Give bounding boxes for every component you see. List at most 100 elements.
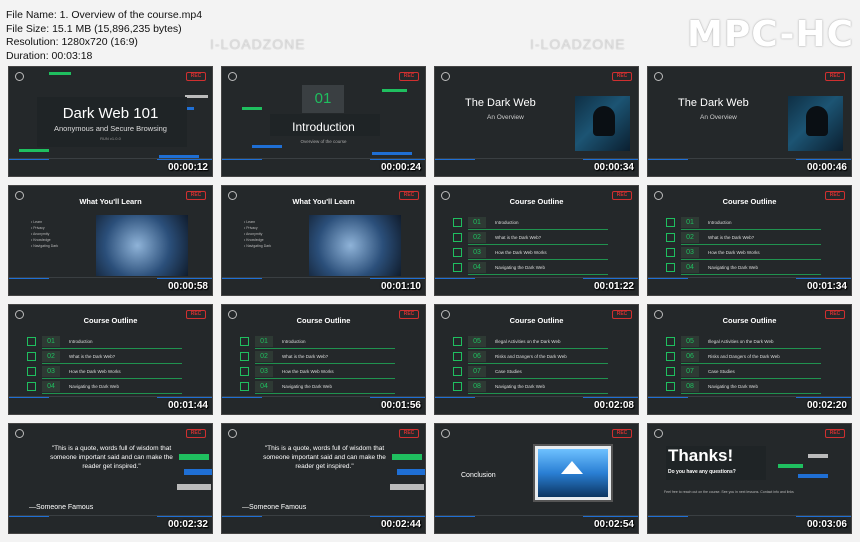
- outline-row: 08 Navigating the Dark Web: [453, 381, 608, 394]
- slide-title: Course Outline: [296, 316, 351, 325]
- video-thumbnail[interactable]: REC Conclusion 00:02:54: [434, 423, 639, 534]
- topic-icon: [453, 233, 462, 242]
- topic-icon: [240, 337, 249, 346]
- divider: [435, 515, 638, 516]
- settings-icon: [228, 429, 237, 438]
- timestamp: 00:00:34: [593, 162, 634, 173]
- outline-row: 02 What is the Dark Web?: [453, 232, 608, 245]
- timestamp: 00:01:56: [380, 400, 421, 411]
- topic-icon: [453, 337, 462, 346]
- outline-number: 04: [255, 381, 273, 392]
- slide-title: The Dark Web: [465, 97, 536, 109]
- slide-title: Dark Web 101: [62, 105, 159, 122]
- outline-number: 05: [468, 336, 486, 347]
- outline-number: 01: [681, 217, 699, 228]
- settings-icon: [228, 72, 237, 81]
- video-thumbnail[interactable]: REC Course Outline 05 Illegal Activities on…: [647, 304, 852, 415]
- glitch-stripe: [390, 484, 424, 490]
- video-thumbnail[interactable]: REC "This is a quote, words full of wisdo…: [8, 423, 213, 534]
- divider: [648, 515, 851, 516]
- divider: [222, 515, 425, 516]
- outline-underline: [42, 348, 182, 349]
- topic-icon: [27, 367, 36, 376]
- glitch-stripe: [392, 454, 422, 460]
- slide-subtitle: An Overview: [487, 114, 524, 121]
- topic-icon: [666, 233, 675, 242]
- outline-underline: [42, 393, 182, 394]
- outline-number: 02: [255, 351, 273, 362]
- slide-title: Introduction: [292, 120, 355, 134]
- slide-version: RUN v1.0.0: [100, 136, 121, 141]
- topic-icon: [453, 367, 462, 376]
- settings-icon: [15, 72, 24, 81]
- rec-badge: REC: [186, 429, 206, 438]
- video-thumbnail[interactable]: REC Course Outline 01 Introduction 02 What is…: [434, 185, 639, 296]
- video-thumbnail[interactable]: REC Dark Web 101 Anonymous and Secure Brow…: [8, 66, 213, 177]
- watermark: I-LOADZONE: [210, 36, 306, 52]
- outline-text: Navigating the Dark Web: [708, 384, 758, 389]
- outline-underline: [255, 348, 395, 349]
- outline-row: 02 What is the Dark Web?: [666, 232, 821, 245]
- glitch-stripe: [49, 72, 71, 75]
- outline-text: Introduction: [282, 339, 306, 344]
- slide-title: What You'll Learn: [292, 197, 355, 206]
- divider: [648, 277, 851, 278]
- timestamp: 00:02:32: [167, 519, 208, 530]
- outline-number: 03: [42, 366, 60, 377]
- outline-number: 01: [468, 217, 486, 228]
- outline-underline: [468, 259, 608, 260]
- glitch-stripe: [19, 149, 49, 152]
- video-thumbnail[interactable]: REC Course Outline 05 Illegal Activities on…: [434, 304, 639, 415]
- timestamp: 00:00:46: [806, 162, 847, 173]
- outline-number: 01: [42, 336, 60, 347]
- topic-icon: [27, 352, 36, 361]
- video-thumbnail[interactable]: REC The Dark Web An Overview 00:00:34: [434, 66, 639, 177]
- outline-number: 05: [681, 336, 699, 347]
- outline-number: 07: [681, 366, 699, 377]
- video-thumbnail[interactable]: REC Course Outline 01 Introduction 02 What is…: [221, 304, 426, 415]
- video-thumbnail[interactable]: REC Thanks! Do you have any questions? Feel…: [647, 423, 852, 534]
- outline-text: How the Dark Web Works: [708, 250, 760, 255]
- video-thumbnail[interactable]: REC The Dark Web An Overview 00:00:46: [647, 66, 852, 177]
- video-thumbnail[interactable]: REC 01 Introduction Overview of the course 0…: [221, 66, 426, 177]
- video-thumbnail[interactable]: REC Course Outline 01 Introduction 02 What is…: [8, 304, 213, 415]
- glitch-stripe: [184, 469, 212, 475]
- divider: [9, 396, 212, 397]
- timestamp: 00:02:08: [593, 400, 634, 411]
- divider: [435, 158, 638, 159]
- topic-icon: [666, 218, 675, 227]
- timestamp: 00:02:54: [593, 519, 634, 530]
- resolution: Resolution: 1280x720 (16:9): [6, 36, 138, 48]
- divider: [435, 277, 638, 278]
- outline-underline: [681, 348, 821, 349]
- timestamp: 00:03:06: [806, 519, 847, 530]
- quote-text: "This is a quote, words full of wisdom t…: [263, 445, 386, 470]
- outline-underline: [468, 378, 608, 379]
- quote-author: —Someone Famous: [29, 504, 94, 511]
- video-thumbnail[interactable]: REC Course Outline 01 Introduction 02 What is…: [647, 185, 852, 296]
- timestamp: 00:02:44: [380, 519, 421, 530]
- timestamp: 00:00:12: [167, 162, 208, 173]
- section-number: 01: [302, 85, 344, 113]
- slide-title: Course Outline: [509, 197, 564, 206]
- rec-badge: REC: [612, 72, 632, 81]
- hand-network-image: [96, 215, 188, 276]
- outline-row: 06 Risks and Dangers of the Dark Web: [666, 351, 821, 364]
- settings-icon: [15, 429, 24, 438]
- glitch-stripe: [808, 454, 828, 458]
- divider: [222, 158, 425, 159]
- topic-icon: [453, 218, 462, 227]
- outline-row: 02 What is the Dark Web?: [240, 351, 395, 364]
- outline-row: 04 Navigating the Dark Web: [27, 381, 182, 394]
- glitch-stripe: [252, 145, 282, 148]
- outline-row: 03 How the Dark Web Works: [240, 366, 395, 379]
- slide-title: Conclusion: [461, 472, 496, 479]
- timestamp: 00:01:44: [167, 400, 208, 411]
- video-thumbnail[interactable]: REC "This is a quote, words full of wisdo…: [221, 423, 426, 534]
- video-thumbnail[interactable]: REC What You'll Learn • Learn • Privacy • An…: [221, 185, 426, 296]
- brand-logo: MPC-HC: [687, 14, 854, 55]
- rec-badge: REC: [612, 429, 632, 438]
- outline-underline: [468, 363, 608, 364]
- divider: [435, 396, 638, 397]
- video-thumbnail[interactable]: REC What You'll Learn • Learn • Privacy • An…: [8, 185, 213, 296]
